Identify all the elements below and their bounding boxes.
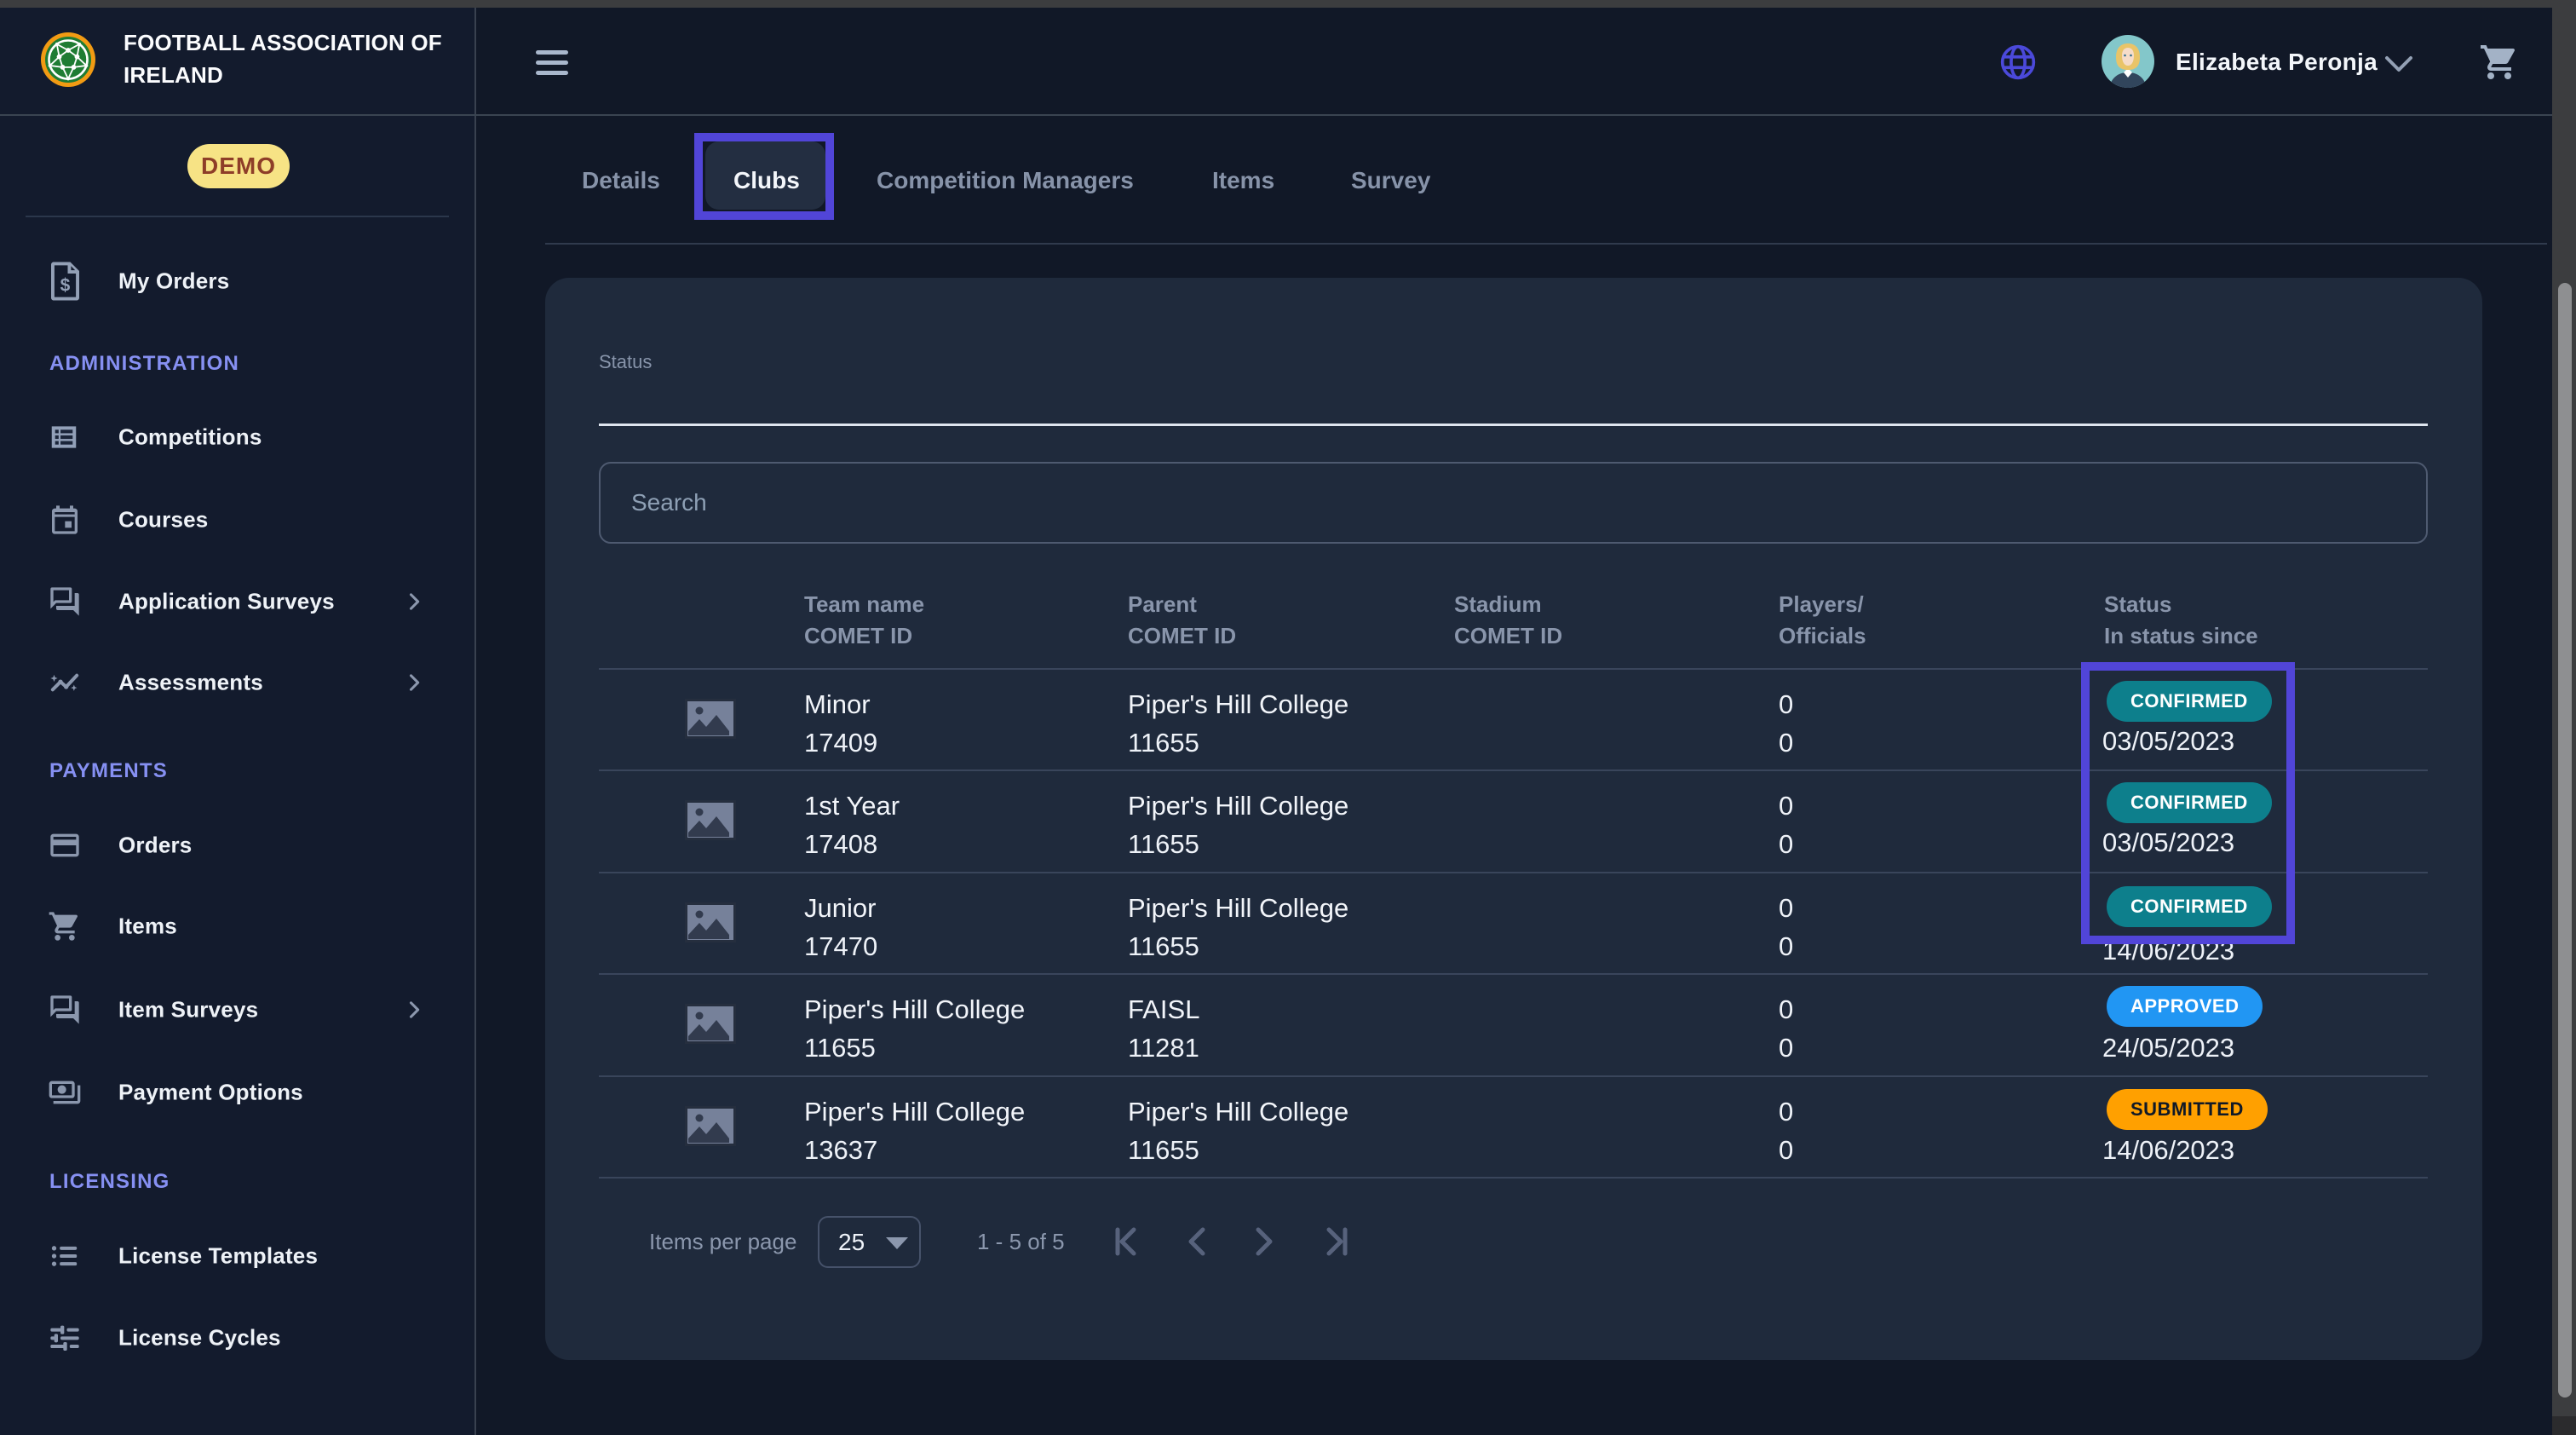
svg-text:$: $	[60, 275, 71, 295]
